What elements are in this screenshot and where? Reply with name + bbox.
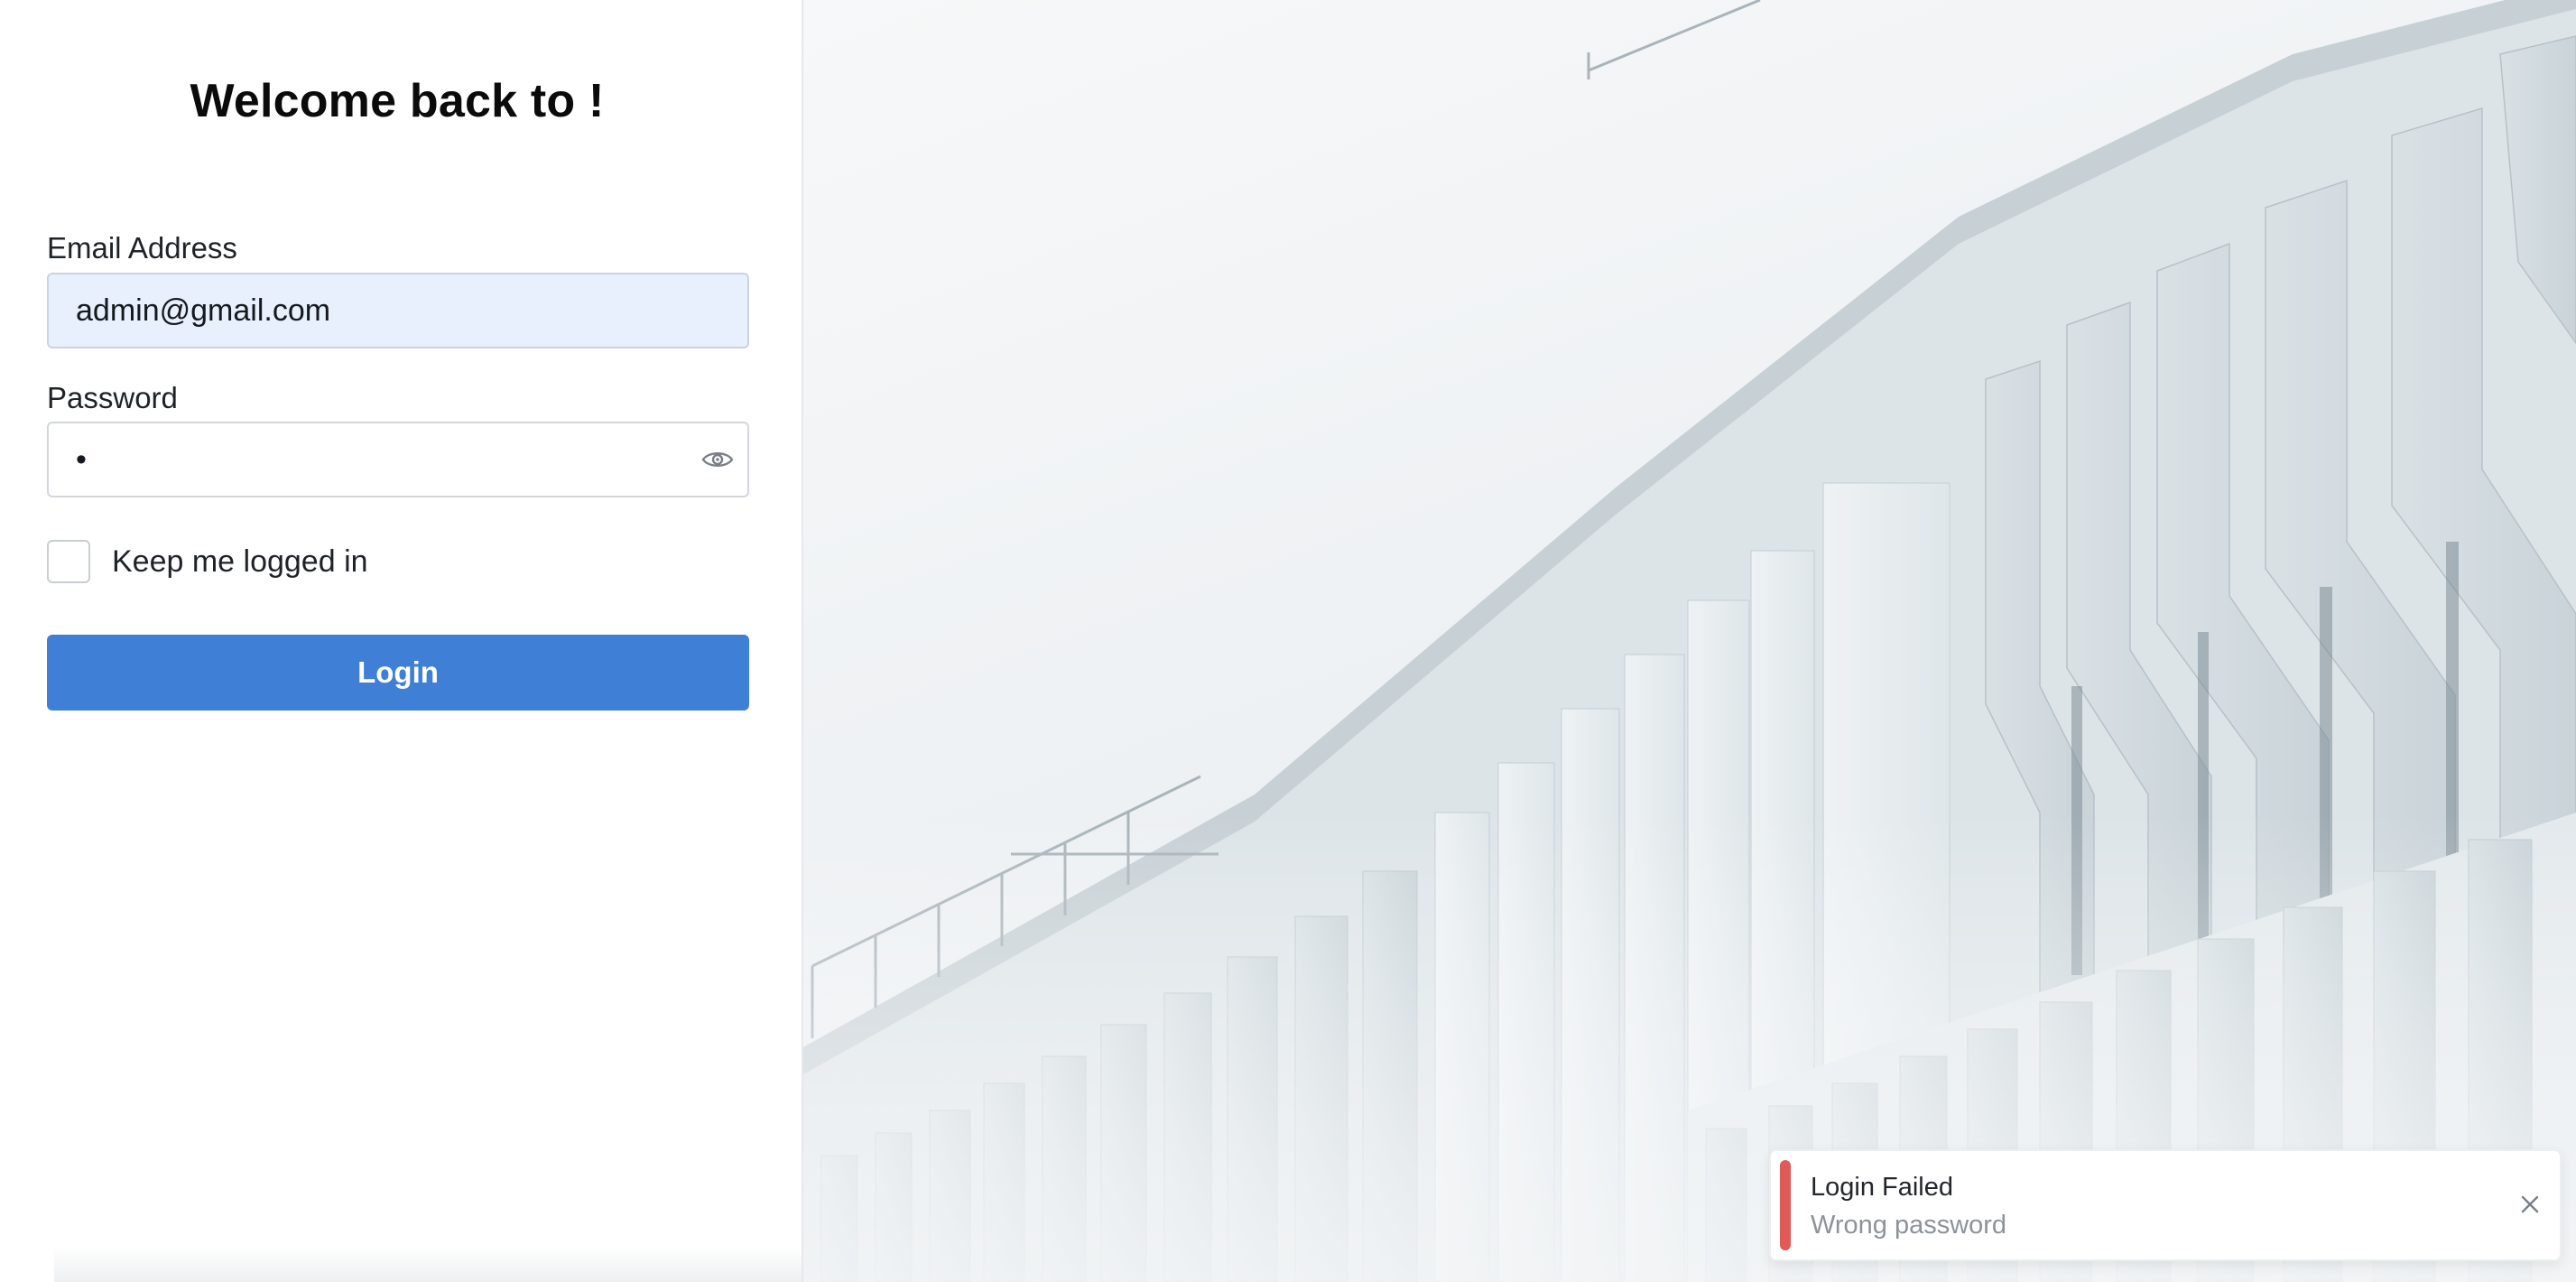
remember-label[interactable]: Keep me logged in (112, 544, 368, 580)
error-toast: Login Failed Wrong password (1769, 1149, 2562, 1261)
eye-icon[interactable] (700, 444, 735, 475)
building-illustration (803, 0, 2576, 1282)
panel-bottom-shadow (54, 1246, 802, 1282)
page-title: Welcome back to ! (190, 75, 605, 127)
hero-image (803, 0, 2576, 1282)
toast-message: Wrong password (1811, 1211, 2007, 1240)
toast-title: Login Failed (1811, 1173, 1953, 1202)
email-field[interactable] (47, 273, 749, 348)
toast-accent-bar (1780, 1160, 1791, 1250)
password-label: Password (47, 381, 178, 414)
remember-checkbox[interactable] (47, 540, 90, 583)
login-button[interactable]: Login (47, 635, 749, 711)
password-field[interactable] (47, 422, 749, 497)
login-page: Welcome back to ! Email Address Password… (0, 0, 2576, 1282)
email-label: Email Address (47, 231, 237, 265)
login-panel: Welcome back to ! Email Address Password… (0, 0, 803, 1282)
close-icon[interactable] (2516, 1191, 2544, 1218)
